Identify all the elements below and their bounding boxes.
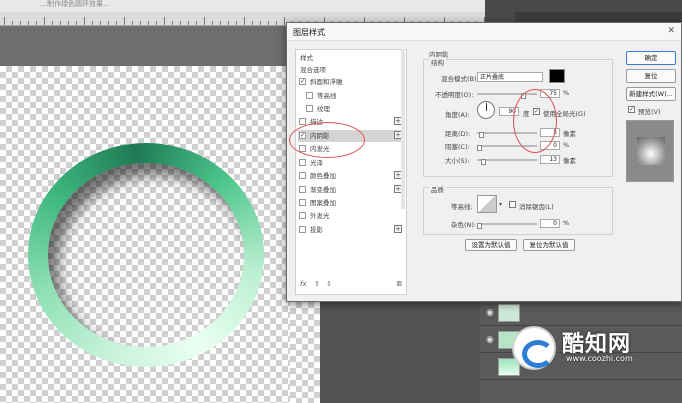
size-label: 大小(S): <box>445 157 470 165</box>
style-preview-thumbnail <box>626 120 674 182</box>
style-item[interactable]: 渐变叠加 + <box>298 184 404 196</box>
opacity-label: 不透明度(O): <box>435 91 474 99</box>
size-slider[interactable] <box>477 159 537 161</box>
add-icon[interactable]: + <box>394 225 402 233</box>
style-checkbox[interactable] <box>299 199 306 206</box>
style-checkbox[interactable] <box>299 118 306 125</box>
style-item-label: 渐变叠加 <box>310 186 336 194</box>
distance-slider-knob[interactable] <box>479 132 484 138</box>
document-canvas-edge <box>290 290 320 403</box>
style-item[interactable]: 光泽 <box>298 157 404 169</box>
style-checkbox[interactable] <box>299 226 306 233</box>
distance-label: 距离(D): <box>445 130 471 138</box>
noise-unit: % <box>563 219 570 227</box>
set-default-button[interactable]: 设置为默认值 <box>465 239 517 251</box>
chevron-down-icon[interactable]: ▾ <box>499 201 502 208</box>
style-item-label: 混合选项 <box>300 66 326 74</box>
canvas-pasteboard <box>0 26 290 66</box>
watermark-url: www.coozhi.com <box>566 354 633 363</box>
preview-label: 预览(V) <box>638 108 661 116</box>
inner-shadow-panel: 内阴影 结构 混合模式(B): 正片叠底 不透明度(O): 75 % 角度(A)… <box>419 49 619 295</box>
style-item-label: 光泽 <box>310 159 323 167</box>
style-item[interactable]: 外发光 <box>298 210 404 222</box>
choke-slider-knob[interactable] <box>477 145 482 151</box>
noise-label: 杂色(N): <box>451 221 477 229</box>
styles-bottom-bar: fx ⇧ ⇩ ▥ <box>298 280 404 292</box>
size-input[interactable]: 13 <box>540 155 560 164</box>
antialias-checkbox[interactable] <box>509 201 516 208</box>
noise-slider-knob[interactable] <box>477 223 482 229</box>
style-item[interactable]: 颜色叠加 + <box>298 170 404 182</box>
choke-unit: % <box>563 141 570 149</box>
ok-button[interactable]: 确定 <box>626 51 676 65</box>
annotation-circle-values <box>513 89 557 153</box>
style-checkbox[interactable] <box>306 105 313 112</box>
eye-icon[interactable]: ◉ <box>486 335 494 345</box>
opacity-unit: % <box>563 89 570 97</box>
structure-title: 结构 <box>429 57 446 67</box>
distance-unit: 像素 <box>563 130 576 138</box>
dialog-title: 图层样式 <box>287 23 681 41</box>
style-item[interactable]: 图案叠加 <box>298 197 404 209</box>
style-checkbox[interactable] <box>306 92 313 99</box>
style-checkbox[interactable] <box>299 212 306 219</box>
styles-scrollbar[interactable] <box>401 49 405 209</box>
styles-list: 样式 fx ⇧ ⇩ ▥ 混合选项 ✓ 斜面和浮雕 等高线 纹理 描边 + ✓ 内阴影 + 内发光 光泽… <box>295 49 407 295</box>
style-checkbox[interactable]: ✓ <box>299 78 306 85</box>
blend-mode-select[interactable]: 正片叠底 <box>477 72 543 82</box>
blend-mode-label: 混合模式(B): <box>441 75 479 83</box>
move-down-icon[interactable]: ⇩ <box>326 280 332 288</box>
new-style-button[interactable]: 新建样式(W)... <box>626 87 676 101</box>
noise-slider[interactable] <box>477 223 537 225</box>
quality-title: 品质 <box>429 184 446 194</box>
contour-picker[interactable] <box>477 195 497 213</box>
size-slider-knob[interactable] <box>481 159 486 165</box>
fx-icon[interactable]: fx <box>300 280 307 288</box>
style-item-label: 图案叠加 <box>310 199 336 207</box>
annotation-circle-inner-shadow <box>289 122 365 158</box>
style-item[interactable]: 投影 + <box>298 224 404 236</box>
noise-input[interactable]: 0 <box>540 219 560 228</box>
style-item-label: 外发光 <box>310 212 330 220</box>
choke-label: 阻塞(C): <box>445 143 470 151</box>
styles-header: 样式 <box>300 54 313 62</box>
layer-style-dialog: 图层样式 ✕ 样式 fx ⇧ ⇩ ▥ 混合选项 ✓ 斜面和浮雕 等高线 纹理 描边 + ✓ 内阴… <box>286 22 682 302</box>
eye-icon[interactable]: ◉ <box>486 308 494 318</box>
reset-button[interactable]: 复位 <box>626 69 676 83</box>
antialias-label: 消除锯齿(L) <box>519 203 554 211</box>
style-checkbox[interactable] <box>299 159 306 166</box>
style-item[interactable]: 纹理 <box>298 103 404 115</box>
close-icon[interactable]: ✕ <box>667 26 675 36</box>
contour-label: 等高线: <box>451 203 473 211</box>
top-strip-text: …制作绿色圆环效果… <box>40 0 110 8</box>
watermark: 酷知网 www.coozhi.com <box>506 310 682 403</box>
style-item-label: 斜面和浮雕 <box>310 78 343 86</box>
preview-checkbox[interactable]: ✓ <box>628 106 635 113</box>
style-item[interactable]: 等高线 <box>298 90 404 102</box>
angle-label: 角度(A): <box>445 111 470 119</box>
trash-icon[interactable]: ▥ <box>396 280 402 287</box>
size-unit: 像素 <box>563 157 576 165</box>
style-item-label: 等高线 <box>317 92 337 100</box>
shadow-color-swatch[interactable] <box>549 69 565 83</box>
style-item-label: 颜色叠加 <box>310 172 336 180</box>
ring-inner-hole <box>48 163 244 347</box>
style-checkbox[interactable] <box>299 172 306 179</box>
style-item-label: 投影 <box>310 226 323 234</box>
move-up-icon[interactable]: ⇧ <box>314 280 320 288</box>
style-item[interactable]: ✓ 斜面和浮雕 <box>298 76 404 88</box>
coozhi-logo-icon <box>512 326 556 370</box>
angle-dial[interactable] <box>477 101 495 119</box>
style-item-label: 纹理 <box>317 105 330 113</box>
style-item[interactable]: 混合选项 <box>298 64 404 76</box>
reset-default-button[interactable]: 复位为默认值 <box>523 239 575 251</box>
style-checkbox[interactable] <box>299 186 306 193</box>
